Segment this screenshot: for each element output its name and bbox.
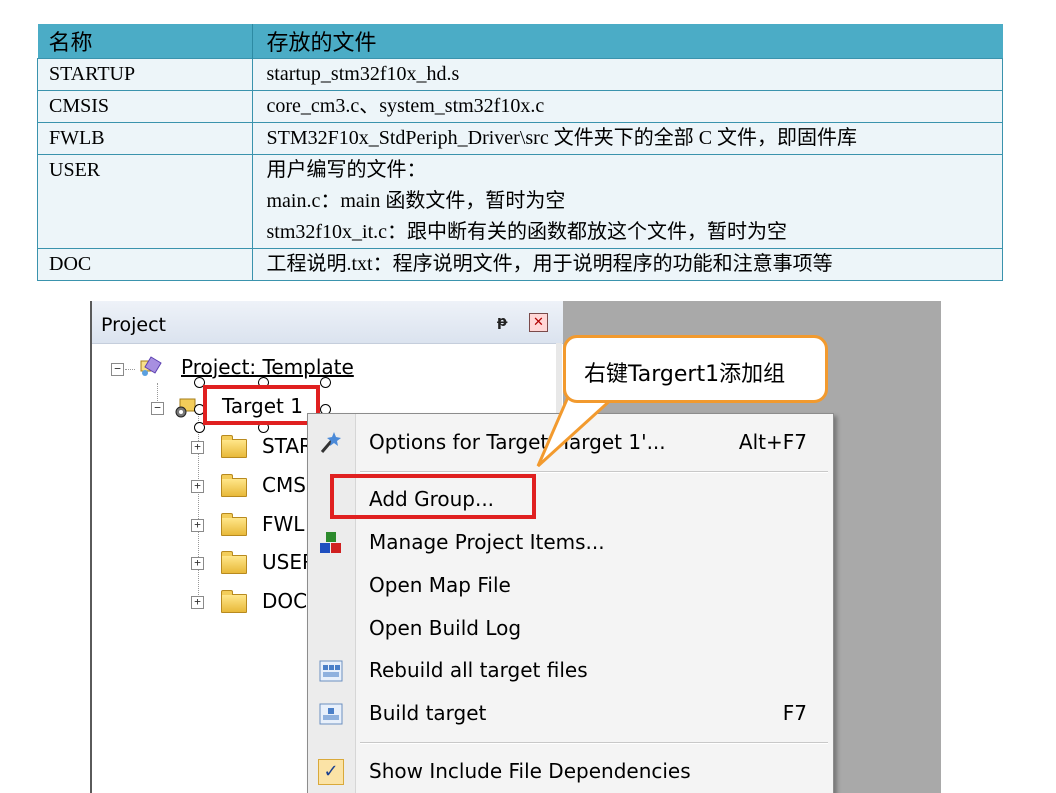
row-files: startup_stm32f10x_hd.s bbox=[252, 58, 1003, 91]
tree-root-project[interactable]: Project: Template bbox=[181, 355, 354, 379]
row-line: 用户编写的文件： bbox=[266, 159, 427, 181]
folder-icon bbox=[221, 513, 247, 536]
tree-group-fwlb[interactable]: FWL bbox=[262, 512, 304, 536]
table-row: DOC 工程说明.txt：程序说明文件，用于说明程序的功能和注意事项等 bbox=[37, 248, 1003, 281]
checkmark-icon: ✓ bbox=[318, 759, 344, 785]
rebuild-icon bbox=[319, 660, 343, 682]
row-files: STM32F10x_StdPeriph_Driver\src 文件夹下的全部 C… bbox=[252, 122, 1003, 155]
selection-handle bbox=[320, 377, 331, 388]
build-icon bbox=[319, 703, 343, 725]
table-row: USER 用户编写的文件： main.c：main 函数文件，暂时为空 stm3… bbox=[37, 154, 1003, 249]
row-name: DOC bbox=[37, 248, 253, 281]
table-row: STARTUP startup_stm32f10x_hd.s bbox=[37, 58, 1003, 91]
menu-separator bbox=[360, 471, 828, 473]
row-files: core_cm3.c、system_stm32f10x.c bbox=[252, 90, 1003, 123]
project-panel-title: Project bbox=[101, 314, 167, 336]
tree-group-cmsis[interactable]: CMS bbox=[262, 473, 306, 497]
menu-item-manage-project-items[interactable]: Manage Project Items... bbox=[308, 524, 833, 564]
row-name: STARTUP bbox=[37, 58, 253, 91]
tree-group-doc[interactable]: DOC bbox=[262, 589, 307, 613]
row-line: startup_stm32f10x_hd.s bbox=[266, 63, 460, 85]
row-name: CMSIS bbox=[37, 90, 253, 123]
row-line: stm32f10x_it.c：跟中断有关的函数都放这个文件，暂时为空 bbox=[266, 221, 788, 243]
expand-icon[interactable]: + bbox=[191, 596, 204, 609]
file-layout-table: 名称 存放的文件 STARTUP startup_stm32f10x_hd.s … bbox=[37, 24, 1003, 281]
callout-text: 右键Targert1添加组 bbox=[584, 362, 786, 387]
folder-icon bbox=[221, 435, 247, 458]
expand-icon[interactable]: + bbox=[191, 480, 204, 493]
row-line: main.c：main 函数文件，暂时为空 bbox=[266, 190, 566, 212]
add-group-highlight-box bbox=[330, 474, 536, 519]
menu-separator bbox=[360, 742, 828, 744]
callout-box: 右键Targert1添加组 bbox=[563, 335, 828, 403]
row-name: USER bbox=[37, 154, 253, 249]
project-icon bbox=[140, 356, 162, 376]
folder-icon bbox=[221, 590, 247, 613]
expand-icon[interactable]: + bbox=[191, 557, 204, 570]
row-files: 用户编写的文件： main.c：main 函数文件，暂时为空 stm32f10x… bbox=[252, 154, 1003, 249]
tree-group-startup[interactable]: STAR bbox=[262, 434, 313, 458]
project-panel-header: Project ᵽ ✕ bbox=[92, 301, 563, 344]
row-line: STM32F10x_StdPeriph_Driver\src 文件夹下的全部 C… bbox=[266, 127, 858, 149]
table-header-row: 名称 存放的文件 bbox=[37, 24, 1003, 59]
collapse-icon[interactable]: − bbox=[151, 402, 164, 415]
menu-item-rebuild-all[interactable]: Rebuild all target files bbox=[308, 652, 833, 692]
row-line: 工程说明.txt：程序说明文件，用于说明程序的功能和注意事项等 bbox=[266, 253, 833, 275]
target-highlight-box bbox=[203, 385, 320, 425]
menu-item-show-include-deps[interactable]: ✓ Show Include File Dependencies bbox=[308, 753, 833, 793]
close-icon[interactable]: ✕ bbox=[529, 313, 548, 332]
callout-pointer bbox=[536, 396, 618, 468]
table-row: FWLB STM32F10x_StdPeriph_Driver\src 文件夹下… bbox=[37, 122, 1003, 155]
collapse-icon[interactable]: − bbox=[111, 363, 124, 376]
menu-item-build-target[interactable]: Build target F7 bbox=[308, 695, 833, 735]
wand-icon bbox=[320, 432, 341, 453]
expand-icon[interactable]: + bbox=[191, 519, 204, 532]
menu-item-open-map-file[interactable]: Open Map File bbox=[308, 567, 833, 607]
tree-line bbox=[125, 369, 135, 370]
pin-icon[interactable]: ᵽ bbox=[497, 314, 507, 330]
header-name: 名称 bbox=[37, 24, 253, 59]
folder-icon bbox=[221, 551, 247, 574]
blocks-icon bbox=[320, 532, 341, 553]
expand-icon[interactable]: + bbox=[191, 441, 204, 454]
folder-icon bbox=[221, 474, 247, 497]
header-files: 存放的文件 bbox=[252, 24, 1003, 59]
row-name: FWLB bbox=[37, 122, 253, 155]
table-row: CMSIS core_cm3.c、system_stm32f10x.c bbox=[37, 90, 1003, 123]
menu-item-open-build-log[interactable]: Open Build Log bbox=[308, 610, 833, 650]
row-line: core_cm3.c、system_stm32f10x.c bbox=[266, 95, 545, 117]
row-files: 工程说明.txt：程序说明文件，用于说明程序的功能和注意事项等 bbox=[252, 248, 1003, 281]
